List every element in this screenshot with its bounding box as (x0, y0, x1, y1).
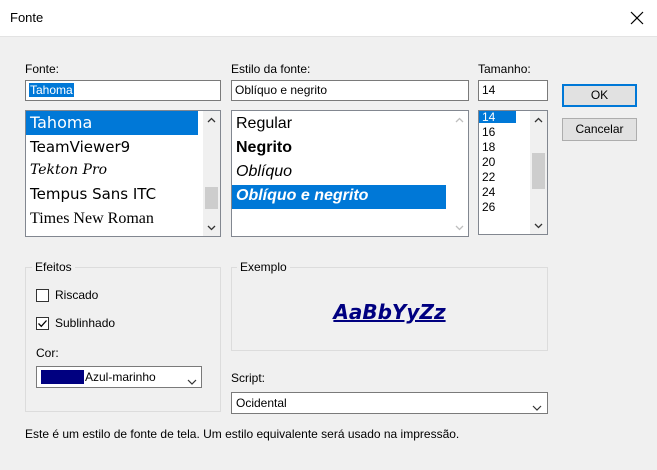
strikeout-checkbox[interactable] (36, 289, 49, 302)
font-list-item[interactable]: Tempus Sans ITC (30, 185, 156, 203)
checkmark-icon (38, 320, 47, 328)
close-icon (630, 11, 644, 25)
style-list-scrollbar[interactable] (451, 111, 468, 236)
underline-checkbox[interactable] (36, 317, 49, 330)
style-input[interactable]: Oblíquo e negrito (231, 80, 469, 101)
font-list-item[interactable]: Tekton Pro (30, 162, 107, 178)
underline-label[interactable]: Sublinhado (55, 316, 115, 330)
chevron-down-icon[interactable] (203, 219, 220, 236)
size-list-item[interactable]: 20 (482, 156, 495, 168)
size-list-scroll-thumb[interactable] (532, 153, 545, 189)
close-button[interactable] (617, 0, 657, 36)
size-list-item[interactable]: 22 (482, 171, 495, 183)
sample-text: AaBbYyZz (333, 300, 446, 324)
chevron-up-icon[interactable] (203, 111, 220, 128)
ok-button[interactable]: OK (562, 84, 637, 107)
style-list[interactable]: Regular Negrito Oblíquo Oblíquo e negrit… (231, 110, 469, 237)
color-label: Cor: (36, 346, 59, 360)
color-dropdown[interactable]: Azul-marinho (36, 366, 202, 388)
sample-label: Exemplo (237, 260, 290, 274)
script-dropdown[interactable]: Ocidental (231, 392, 548, 414)
size-list-item[interactable]: 16 (482, 126, 495, 138)
style-label: Estilo da fonte: (231, 62, 311, 76)
window-title: Fonte (10, 10, 44, 25)
font-list[interactable]: Tahoma TeamViewer9 Tekton Pro Tempus San… (25, 110, 221, 237)
size-list-item[interactable]: 24 (482, 186, 495, 198)
chevron-down-icon[interactable] (530, 217, 547, 234)
script-label: Script: (231, 371, 266, 385)
color-dropdown-value: Azul-marinho (85, 370, 156, 384)
font-label: Fonte: (25, 62, 60, 76)
chevron-down-icon[interactable] (451, 219, 468, 236)
style-list-item[interactable]: Oblíquo e negrito (236, 187, 368, 205)
font-list-item[interactable]: Tahoma (30, 113, 92, 132)
footer-note: Este é um estilo de fonte de tela. Um es… (25, 427, 460, 441)
style-list-item[interactable]: Oblíquo (236, 163, 292, 181)
script-dropdown-value: Ocidental (236, 396, 287, 410)
size-list-item[interactable]: 26 (482, 201, 495, 213)
font-input-value: Tahoma (29, 83, 74, 97)
chevron-down-icon (532, 400, 542, 414)
effects-label: Efeitos (32, 260, 75, 274)
style-list-item[interactable]: Negrito (236, 139, 292, 157)
font-list-scrollbar[interactable] (203, 111, 220, 236)
font-list-scroll-thumb[interactable] (205, 187, 218, 209)
size-list[interactable]: 14 16 18 20 22 24 26 (478, 110, 548, 235)
font-list-item[interactable]: TeamViewer9 (30, 138, 130, 156)
chevron-up-icon[interactable] (530, 111, 547, 128)
size-list-scrollbar[interactable] (530, 111, 547, 234)
chevron-down-icon (187, 374, 197, 388)
size-list-item[interactable]: 18 (482, 141, 495, 153)
strikeout-label[interactable]: Riscado (55, 288, 98, 302)
cancel-button[interactable]: Cancelar (562, 118, 637, 141)
color-swatch (41, 370, 84, 384)
title-bar (0, 0, 657, 37)
size-label: Tamanho: (478, 62, 531, 76)
font-input[interactable]: Tahoma (25, 80, 221, 101)
style-list-item[interactable]: Regular (236, 115, 292, 133)
size-input[interactable]: 14 (478, 80, 548, 101)
font-list-item[interactable]: Times New Roman (30, 210, 154, 228)
size-list-item[interactable]: 14 (482, 111, 495, 123)
chevron-up-icon[interactable] (451, 111, 468, 128)
